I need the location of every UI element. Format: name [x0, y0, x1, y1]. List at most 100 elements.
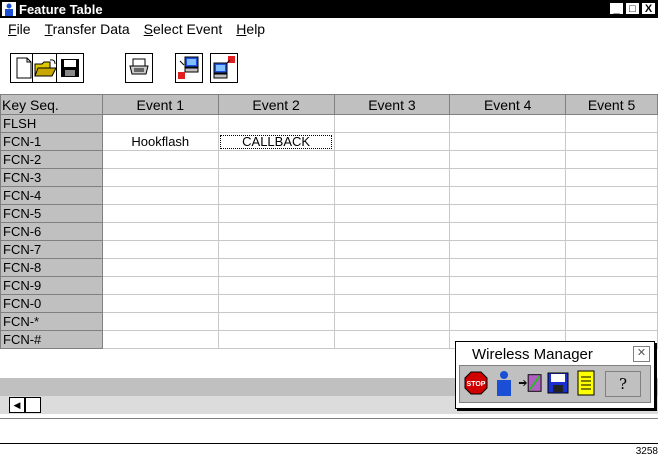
- event-cell[interactable]: [449, 168, 567, 187]
- event-cell[interactable]: [565, 114, 658, 133]
- key-seq-cell[interactable]: FCN-5: [0, 204, 103, 223]
- key-seq-cell[interactable]: FCN-*: [0, 312, 103, 331]
- event-cell[interactable]: [101, 222, 219, 241]
- event-cell[interactable]: [217, 294, 335, 313]
- key-seq-cell[interactable]: FCN-3: [0, 168, 103, 187]
- maximize-button[interactable]: □: [625, 2, 640, 15]
- event-cell[interactable]: [449, 312, 567, 331]
- event-cell[interactable]: [333, 330, 451, 349]
- event-cell[interactable]: [217, 186, 335, 205]
- column-header[interactable]: Event 2: [217, 94, 335, 115]
- event-cell[interactable]: [217, 150, 335, 169]
- key-seq-cell[interactable]: FCN-7: [0, 240, 103, 259]
- event-cell[interactable]: [449, 222, 567, 241]
- key-seq-cell[interactable]: FCN-#: [0, 330, 103, 349]
- transfer-button[interactable]: [518, 371, 542, 395]
- column-header[interactable]: Event 3: [333, 94, 451, 115]
- key-seq-cell[interactable]: FCN-6: [0, 222, 103, 241]
- event-cell[interactable]: [565, 222, 658, 241]
- event-cell[interactable]: [449, 186, 567, 205]
- event-cell[interactable]: [449, 150, 567, 169]
- event-cell[interactable]: [333, 240, 451, 259]
- key-seq-cell[interactable]: FCN-1: [0, 132, 103, 151]
- event-cell[interactable]: [217, 204, 335, 223]
- menu-select-event[interactable]: Select Event: [144, 21, 223, 37]
- event-cell[interactable]: [101, 330, 219, 349]
- menu-help[interactable]: Help: [236, 21, 265, 37]
- event-cell[interactable]: [565, 240, 658, 259]
- save-button[interactable]: [56, 53, 84, 83]
- event-cell[interactable]: [333, 168, 451, 187]
- event-cell[interactable]: [333, 150, 451, 169]
- event-cell[interactable]: [217, 258, 335, 277]
- menu-transfer-data[interactable]: Transfer Data: [45, 21, 130, 37]
- event-cell[interactable]: [565, 168, 658, 187]
- event-cell[interactable]: [101, 258, 219, 277]
- user-button[interactable]: [492, 371, 516, 396]
- event-cell[interactable]: [565, 150, 658, 169]
- event-cell[interactable]: [217, 168, 335, 187]
- help-button[interactable]: ?: [605, 371, 641, 397]
- stop-button[interactable]: STOP: [464, 371, 488, 395]
- event-cell[interactable]: [333, 222, 451, 241]
- scroll-left-button[interactable]: ◀: [9, 397, 25, 413]
- event-cell[interactable]: [333, 294, 451, 313]
- event-cell[interactable]: [333, 312, 451, 331]
- event-cell[interactable]: [565, 258, 658, 277]
- event-cell[interactable]: [217, 114, 335, 133]
- event-cell[interactable]: [333, 258, 451, 277]
- column-header[interactable]: Event 4: [449, 94, 567, 115]
- event-cell[interactable]: Hookflash: [101, 132, 219, 151]
- event-cell[interactable]: [449, 114, 567, 133]
- minimize-button[interactable]: _: [609, 2, 624, 15]
- event-cell[interactable]: [449, 204, 567, 223]
- event-cell[interactable]: [333, 204, 451, 223]
- event-cell[interactable]: [565, 294, 658, 313]
- event-cell[interactable]: [101, 294, 219, 313]
- event-cell[interactable]: [217, 276, 335, 295]
- upload-button[interactable]: [210, 53, 238, 83]
- event-cell[interactable]: [217, 330, 335, 349]
- column-header[interactable]: Event 5: [565, 94, 658, 115]
- key-seq-cell[interactable]: FCN-9: [0, 276, 103, 295]
- event-cell[interactable]: CALLBACK: [217, 132, 335, 151]
- scroll-thumb[interactable]: [25, 397, 41, 413]
- title-bar[interactable]: Feature Table _ □ X: [0, 0, 658, 18]
- event-cell[interactable]: [101, 168, 219, 187]
- event-cell[interactable]: [565, 276, 658, 295]
- event-cell[interactable]: [333, 276, 451, 295]
- event-cell[interactable]: [449, 240, 567, 259]
- event-cell[interactable]: [449, 132, 567, 151]
- wireless-manager-panel[interactable]: Wireless Manager ✕ STOP ?: [455, 341, 655, 409]
- notepad-button[interactable]: [574, 370, 598, 396]
- event-cell[interactable]: [101, 186, 219, 205]
- event-cell[interactable]: [217, 240, 335, 259]
- column-header[interactable]: Key Seq.: [0, 94, 103, 115]
- wireless-manager-close-button[interactable]: ✕: [633, 346, 650, 362]
- event-cell[interactable]: [101, 114, 219, 133]
- event-cell[interactable]: [101, 240, 219, 259]
- print-button[interactable]: [125, 53, 153, 83]
- event-cell[interactable]: [565, 312, 658, 331]
- event-cell[interactable]: [333, 114, 451, 133]
- event-cell[interactable]: [449, 258, 567, 277]
- event-cell[interactable]: [217, 312, 335, 331]
- event-cell[interactable]: [101, 150, 219, 169]
- key-seq-cell[interactable]: FLSH: [0, 114, 103, 133]
- event-cell[interactable]: [333, 132, 451, 151]
- close-button[interactable]: X: [641, 2, 656, 15]
- event-cell[interactable]: [565, 186, 658, 205]
- event-cell[interactable]: [449, 276, 567, 295]
- event-cell[interactable]: [449, 294, 567, 313]
- event-cell[interactable]: [101, 276, 219, 295]
- event-cell[interactable]: [101, 312, 219, 331]
- key-seq-cell[interactable]: FCN-2: [0, 150, 103, 169]
- column-header[interactable]: Event 1: [101, 94, 219, 115]
- key-seq-cell[interactable]: FCN-8: [0, 258, 103, 277]
- key-seq-cell[interactable]: FCN-0: [0, 294, 103, 313]
- event-cell[interactable]: [217, 222, 335, 241]
- download-button[interactable]: [175, 53, 203, 83]
- save-settings-button[interactable]: [546, 371, 570, 395]
- key-seq-cell[interactable]: FCN-4: [0, 186, 103, 205]
- event-cell[interactable]: [101, 204, 219, 223]
